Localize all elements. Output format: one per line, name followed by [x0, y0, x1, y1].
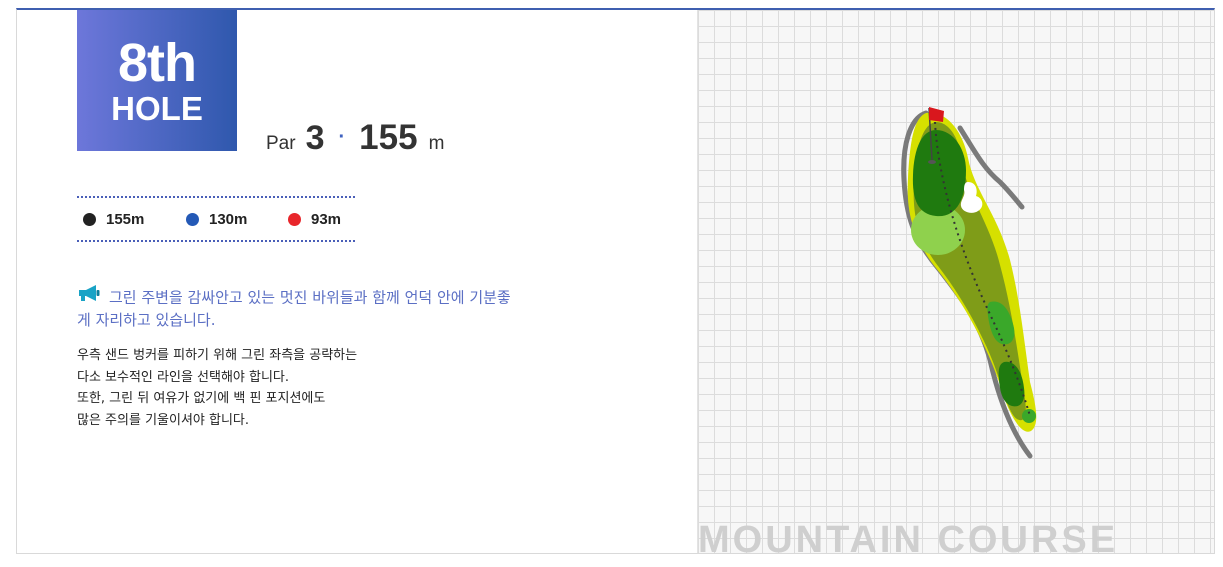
hole-word: HOLE: [111, 90, 203, 127]
par-value: 3: [305, 119, 325, 157]
tee-distances: 155m 130m 93m: [77, 196, 355, 242]
front-tee-box: [1022, 409, 1036, 423]
tee-black: 155m: [83, 211, 144, 228]
pin-hole: [928, 160, 936, 164]
distance-unit: m: [428, 133, 445, 154]
tee-label: 155m: [106, 211, 145, 228]
hole-number: 8th: [118, 33, 197, 93]
red-flag-icon: [929, 107, 944, 122]
hole-description: 우측 샌드 벙커를 피하기 위해 그린 좌측을 공략하는 다소 보수적인 라인을…: [77, 345, 517, 431]
black-tee-dot-icon: [83, 213, 96, 226]
blue-tee-dot-icon: [186, 213, 199, 226]
red-tee-dot-icon: [288, 213, 301, 226]
notice-text: 그린 주변을 감싸안고 있는 멋진 바위들과 함께 언덕 안에 기분좋게 자리하…: [77, 288, 511, 330]
separator-dot: ·: [338, 126, 346, 148]
tee-red: 93m: [288, 211, 341, 228]
hole-notice: 그린 주변을 감싸안고 있는 멋진 바위들과 함께 언덕 안에 기분좋게 자리하…: [77, 284, 517, 331]
hole-layout-diagram: [901, 107, 1037, 459]
description-line: 우측 샌드 벙커를 피하기 위해 그린 좌측을 공략하는: [77, 348, 358, 363]
hole-badge: 8th HOLE: [77, 10, 237, 151]
tee-blue: 130m: [186, 211, 247, 228]
par-distance-line: Par 3 · 155 m: [266, 118, 444, 158]
hole-info-panel: 8th HOLE Par 3 · 155 m 155m 130m 93m 그린 …: [16, 8, 1215, 554]
course-name: MOUNTAIN COURSE: [698, 519, 1119, 554]
description-line: 많은 주의를 기울이셔야 합니다.: [77, 412, 250, 428]
hole-map: MOUNTAIN COURSE: [697, 10, 1214, 554]
megaphone-icon: [77, 284, 101, 308]
tee-label: 130m: [209, 211, 248, 228]
par-label: Par: [266, 133, 296, 154]
description-line: 다소 보수적인 라인을 선택해야 합니다.: [77, 369, 290, 385]
tee-label: 93m: [311, 211, 342, 228]
distance-value: 155: [359, 118, 418, 157]
putting-green: [912, 130, 966, 217]
description-line: 또한, 그린 뒤 여유가 없기에 백 핀 포지션에도: [77, 391, 326, 406]
